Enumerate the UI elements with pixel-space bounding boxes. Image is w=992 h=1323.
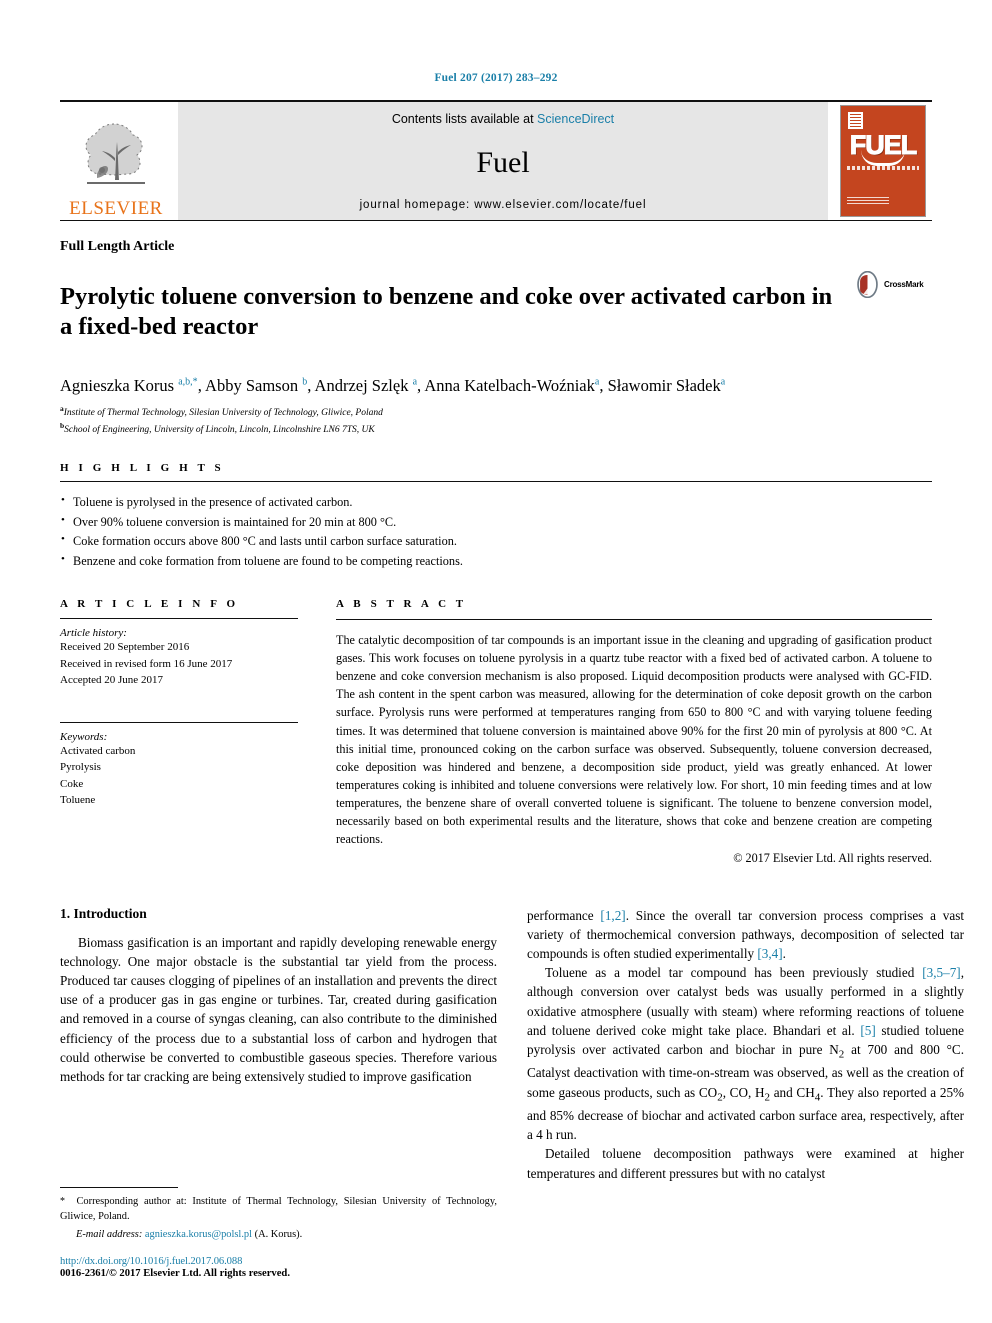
journal-homepage-link[interactable]: journal homepage: www.elsevier.com/locat…	[360, 199, 647, 211]
email-note: E-mail address: agnieszka.korus@polsl.pl…	[60, 1229, 497, 1240]
highlight-item: Toluene is pyrolysed in the presence of …	[60, 492, 932, 513]
email-link[interactable]: agnieszka.korus@polsl.pl	[145, 1229, 252, 1240]
affiliation-text: School of Engineering, University of Lin…	[64, 424, 375, 435]
affiliation-item: aInstitute of Thermal Technology, Silesi…	[60, 404, 932, 421]
elsevier-wordmark: ELSEVIER	[69, 198, 163, 219]
masthead-bottom-rule	[60, 220, 932, 221]
abstract-text: The catalytic decomposition of tar compo…	[336, 633, 932, 846]
paragraph: Toluene as a model tar compound has been…	[527, 965, 965, 1143]
keywords-block: Keywords: Activated carbon Pyrolysis Cok…	[60, 722, 298, 808]
cover-footer-decoration	[847, 197, 889, 206]
article-info-heading: A R T I C L E I N F O	[60, 598, 239, 611]
highlight-item: Over 90% toluene conversion is maintaine…	[60, 512, 932, 533]
article-history-label: Article history:	[60, 627, 127, 640]
affiliation-item: bSchool of Engineering, University of Li…	[60, 421, 932, 438]
crossmark-icon	[857, 271, 878, 298]
highlight-item: Coke formation occurs above 800 °C and l…	[60, 531, 932, 552]
article-info-section: A R T I C L E I N F O Article history: R…	[60, 598, 318, 866]
article-history-item: Accepted 20 June 2017	[60, 673, 163, 686]
abstract-copyright: © 2017 Elsevier Ltd. All rights reserved…	[733, 850, 932, 865]
section-heading-introduction: 1. Introduction	[60, 905, 147, 921]
article-title: Pyrolytic toluene conversion to benzene …	[60, 283, 833, 341]
publisher-logo: ELSEVIER	[60, 102, 172, 220]
info-abstract-row: A R T I C L E I N F O Article history: R…	[60, 598, 932, 866]
article-history-item: Received 20 September 2016	[60, 641, 190, 654]
footnote-rule	[60, 1187, 178, 1189]
issn-copyright-line: 0016-2361/© 2017 Elsevier Ltd. All right…	[60, 1268, 290, 1279]
abstract-section: A B S T R A C T The catalytic decomposit…	[318, 598, 932, 866]
doi-link[interactable]: http://dx.doi.org/10.1016/j.fuel.2017.06…	[60, 1256, 497, 1267]
email-suffix: (A. Korus).	[254, 1229, 303, 1240]
highlights-rule	[60, 480, 932, 482]
paragraph: Biomass gasification is an important and…	[60, 934, 497, 1084]
masthead-center: Contents lists available at ScienceDirec…	[178, 102, 828, 220]
body-column-left: 1. Introduction Biomass gasification is …	[60, 906, 497, 1183]
contents-available-line: Contents lists available at ScienceDirec…	[392, 112, 614, 126]
title-row: Pyrolytic toluene conversion to benzene …	[60, 266, 932, 359]
doi-block: http://dx.doi.org/10.1016/j.fuel.2017.06…	[60, 1256, 497, 1279]
highlights-list: Toluene is pyrolysed in the presence of …	[60, 492, 932, 573]
cover-image: FUEL	[840, 105, 926, 217]
cover-badge-icon	[848, 112, 863, 129]
keywords-label: Keywords:	[60, 731, 108, 744]
journal-masthead: ELSEVIER Contents lists available at Sci…	[60, 100, 932, 220]
sciencedirect-link[interactable]: ScienceDirect	[537, 112, 614, 126]
paragraph: Detailed toluene decomposition pathways …	[527, 1146, 964, 1181]
journal-title: Fuel	[476, 145, 530, 179]
contents-prefix: Contents lists available at	[391, 112, 538, 126]
article-type-label: Full Length Article	[60, 239, 175, 254]
keywords-rule	[60, 722, 298, 724]
keyword-item: Activated carbon	[60, 745, 136, 758]
cover-subtitle-decoration	[847, 166, 919, 170]
email-label: E-mail address:	[76, 1229, 143, 1240]
article-page: Fuel 207 (2017) 283–292 ELSEVIER Content…	[0, 0, 992, 1323]
keyword-item: Pyrolysis	[60, 761, 101, 774]
crossmark-label: CrossMark	[884, 280, 924, 289]
author-list: Agnieszka Korus a,b,*, Abby Samson b, An…	[60, 375, 726, 395]
abstract-heading: A B S T R A C T	[336, 598, 467, 611]
article-history-item: Received in revised form 16 June 2017	[60, 657, 233, 670]
affiliation-list: aInstitute of Thermal Technology, Silesi…	[60, 404, 932, 438]
affiliation-text: Institute of Thermal Technology, Silesia…	[63, 407, 383, 418]
cover-arc-decoration	[861, 150, 905, 166]
body-columns: 1. Introduction Biomass gasification is …	[60, 906, 964, 1183]
footnote-block: * Corresponding author at: Institute of …	[60, 1187, 497, 1279]
corresponding-author-note: * Corresponding author at: Institute of …	[60, 1196, 497, 1223]
keyword-item: Toluene	[60, 793, 96, 806]
body-column-right: performance [1,2]. Since the overall tar…	[527, 906, 964, 1183]
journal-cover-thumbnail: FUEL	[834, 102, 932, 220]
highlights-heading: H I G H L I G H T S	[60, 461, 225, 474]
article-info-rule	[60, 618, 298, 620]
paragraph: performance [1,2]. Since the overall tar…	[527, 907, 964, 962]
crossmark-badge[interactable]: CrossMark	[854, 266, 932, 298]
elsevier-tree-icon	[85, 123, 145, 184]
keyword-item: Coke	[60, 777, 84, 790]
running-head: Fuel 207 (2017) 283–292	[434, 72, 558, 84]
highlights-section: H I G H L I G H T S Toluene is pyrolysed…	[60, 462, 932, 573]
highlight-item: Benzene and coke formation from toluene …	[60, 551, 932, 572]
abstract-rule	[336, 619, 932, 621]
